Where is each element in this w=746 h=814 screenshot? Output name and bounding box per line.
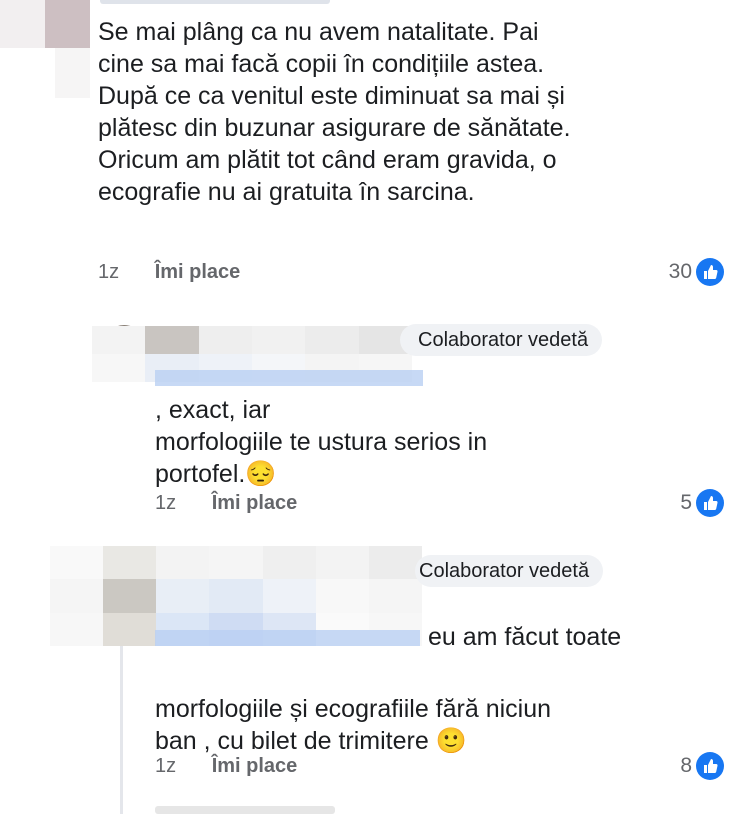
reply-text-content: , exact, iar morfologiile te ustura seri… xyxy=(155,396,488,488)
comment-timestamp[interactable]: 1z xyxy=(98,261,119,283)
reply-timestamp[interactable]: 1z xyxy=(155,492,176,514)
pensive-face-emoji-icon: 😔 xyxy=(245,460,277,488)
reaction-count[interactable]: 30 xyxy=(669,258,724,286)
thumbs-up-icon xyxy=(696,258,724,286)
comment-actions: 1z Îmi place xyxy=(98,261,240,284)
next-reply-author-partial[interactable] xyxy=(155,806,335,814)
reaction-count-number: 30 xyxy=(668,260,692,283)
reaction-count-number: 5 xyxy=(680,491,692,514)
top-fan-badge[interactable]: Colaborator vedetă xyxy=(415,555,604,587)
smiling-face-emoji-icon: 🙂 xyxy=(435,727,467,755)
reply-text-first-line: eu am făcut toate xyxy=(428,623,622,651)
reply-actions: 1z Îmi place xyxy=(155,755,297,778)
like-button[interactable]: Îmi place xyxy=(212,492,298,514)
mention-link[interactable] xyxy=(155,630,420,646)
censored-avatar-lower xyxy=(55,48,90,98)
comment-author-name[interactable] xyxy=(100,0,330,4)
reaction-count[interactable]: 5 xyxy=(680,489,724,517)
thumbs-up-icon xyxy=(696,489,724,517)
reaction-count-number: 8 xyxy=(680,754,692,777)
badge-label: Colaborator vedetă xyxy=(418,329,589,351)
reply-timestamp[interactable]: 1z xyxy=(155,755,176,777)
thread-line xyxy=(120,646,123,814)
reaction-count[interactable]: 8 xyxy=(680,752,724,780)
reply-text-content: morfologiile și ecografiile fără niciun … xyxy=(155,695,552,755)
reply-actions: 1z Îmi place xyxy=(155,492,297,515)
reply-text: , exact, iar morfologiile te ustura seri… xyxy=(155,362,675,490)
reply-text: morfologiile și ecografiile fără niciun … xyxy=(155,661,715,757)
thumbs-up-icon xyxy=(696,752,724,780)
badge-label: Colaborator vedetă xyxy=(419,560,590,582)
censored-avatar xyxy=(0,0,90,48)
top-fan-badge[interactable]: Colaborator vedetă xyxy=(400,324,603,356)
like-button[interactable]: Îmi place xyxy=(212,755,298,777)
like-button[interactable]: Îmi place xyxy=(155,261,241,283)
comment-text: Se mai plâng ca nu avem natalitate. Pai … xyxy=(98,18,571,206)
